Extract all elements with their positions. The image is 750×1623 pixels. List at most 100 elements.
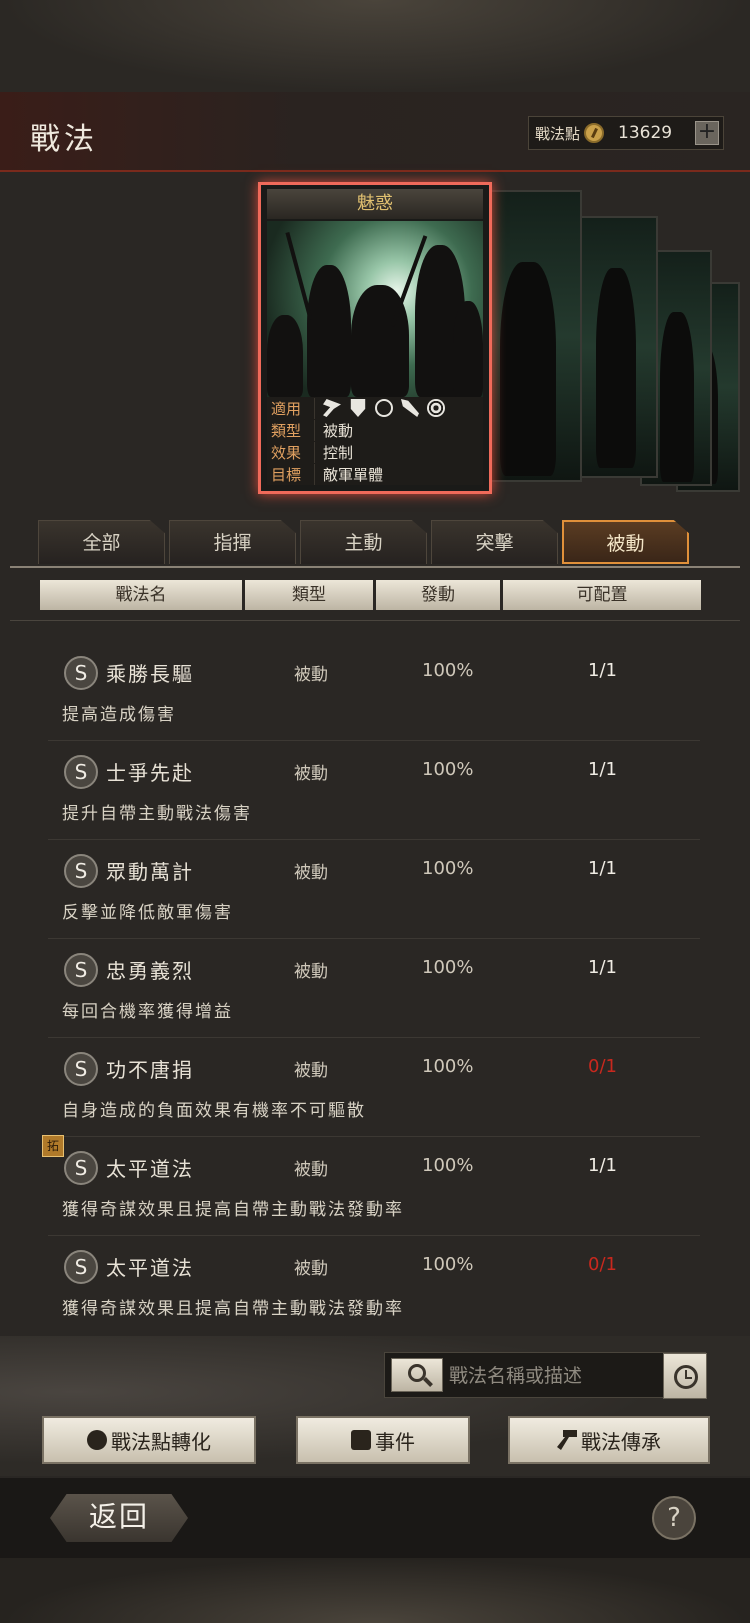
tactic-type: 被動: [294, 1061, 328, 1081]
tactic-rate: 100%: [422, 1155, 474, 1176]
bow-icon: [375, 399, 393, 417]
header-bar: 戰法 戰法點 13629 +: [0, 92, 750, 172]
tactic-type: 被動: [294, 962, 328, 982]
tactic-type: 被動: [294, 1259, 328, 1279]
tactic-description: 提高造成傷害: [62, 705, 176, 725]
tactic-rate: 100%: [422, 759, 474, 780]
tactic-list: S 乘勝長驅 被動 100% 1/1 提高造成傷害 S 士爭先赴 被動 100%…: [42, 642, 700, 1335]
card-info-panel: 適用 類型 被動 效果 控制 目標 敵軍單體: [267, 397, 483, 485]
grade-s-icon: S: [64, 755, 98, 789]
card-info-value: 控制: [323, 443, 354, 462]
grade-s-icon: S: [64, 656, 98, 690]
tab-all[interactable]: 全部: [38, 520, 165, 564]
search-bar: [384, 1352, 707, 1399]
list-item[interactable]: 拓 S 太平道法 被動 100% 1/1 獲得奇謀效果且提高自帶主動戰法發動率: [42, 1135, 700, 1236]
clock-hand: [685, 1377, 692, 1379]
list-divider: [10, 620, 740, 621]
convert-points-button[interactable]: 戰法點轉化: [42, 1416, 256, 1464]
tab-assault[interactable]: 突擊: [431, 520, 558, 564]
column-header-name[interactable]: 戰法名: [40, 580, 242, 610]
card-artwork: [267, 221, 483, 397]
cavalry-icon: [323, 399, 341, 417]
event-button[interactable]: 事件: [296, 1416, 470, 1464]
list-item[interactable]: S 乘勝長驅 被動 100% 1/1 提高造成傷害: [48, 642, 700, 741]
tactic-description: 反擊並降低敵軍傷害: [62, 903, 233, 923]
chariot-icon: [427, 399, 445, 417]
tactic-card-carousel[interactable]: 魅惑 適用 類型 被動 效果 控制 目標 敵軍單體: [0, 172, 750, 512]
tactic-available-count: 1/1: [588, 660, 617, 681]
points-label: 戰法點: [535, 124, 581, 143]
column-header-rate[interactable]: 發動: [376, 580, 500, 610]
tactic-description: 獲得奇謀效果且提高自帶主動戰法發動率: [62, 1299, 404, 1319]
tactic-type: 被動: [294, 1160, 328, 1180]
card-info-value: 被動: [323, 421, 354, 440]
back-button[interactable]: 返回: [50, 1494, 188, 1542]
inherit-tactic-label: 戰法傳承: [581, 1429, 661, 1454]
list-item[interactable]: S 功不唐捐 被動 100% 0/1 自身造成的負面效果有機率不可驅散: [48, 1038, 700, 1137]
grade-s-icon: S: [64, 854, 98, 888]
tactic-available-count: 0/1: [588, 1254, 617, 1275]
column-headers: 戰法名 類型 發動 可配置: [40, 580, 701, 610]
card-info-key: 效果: [267, 441, 315, 463]
tactic-available-count: 1/1: [588, 1155, 617, 1176]
tactic-type: 被動: [294, 764, 328, 784]
grade-s-icon: S: [64, 1250, 98, 1284]
tab-command[interactable]: 指揮: [169, 520, 296, 564]
tactic-description: 自身造成的負面效果有機率不可驅散: [62, 1101, 366, 1121]
column-header-type[interactable]: 類型: [245, 580, 373, 610]
grade-s-icon: S: [64, 1052, 98, 1086]
tactic-name: 眾動萬計: [106, 860, 194, 884]
inherit-tactic-button[interactable]: 戰法傳承: [508, 1416, 710, 1464]
hammer-icon: [557, 1430, 577, 1450]
top-decoration: [0, 0, 750, 92]
card-info-key: 目標: [267, 463, 315, 485]
selected-tactic-card[interactable]: 魅惑 適用 類型 被動 效果 控制 目標 敵軍單體: [258, 182, 492, 494]
search-input[interactable]: [449, 1359, 649, 1393]
card-info-value: 敵軍單體: [323, 465, 384, 484]
tactic-name: 乘勝長驅: [106, 662, 194, 686]
tactic-available-count: 0/1: [588, 1056, 617, 1077]
tactic-point-icon: [584, 123, 605, 143]
search-button[interactable]: [391, 1358, 443, 1392]
tab-divider: [10, 566, 740, 568]
card-info-row: 目標 敵軍單體: [267, 463, 483, 485]
card-info-row: 類型 被動: [267, 419, 483, 441]
tactic-points-display: 戰法點 13629 +: [528, 116, 724, 150]
search-icon-handle: [423, 1377, 433, 1387]
expand-badge: 拓: [42, 1135, 64, 1157]
tactic-name: 太平道法: [106, 1256, 194, 1280]
add-points-button[interactable]: +: [695, 121, 719, 145]
tab-active[interactable]: 主動: [300, 520, 427, 564]
card-info-row: 效果 控制: [267, 441, 483, 463]
tab-passive[interactable]: 被動: [562, 520, 689, 564]
tactic-description: 提升自帶主動戰法傷害: [62, 804, 252, 824]
convert-points-label: 戰法點轉化: [111, 1429, 211, 1454]
spear-icon: [401, 399, 419, 417]
tactic-available-count: 1/1: [588, 957, 617, 978]
tactic-type: 被動: [294, 863, 328, 883]
event-icon: [351, 1430, 371, 1450]
tactic-description: 獲得奇謀效果且提高自帶主動戰法發動率: [62, 1200, 404, 1220]
tactic-name: 忠勇義烈: [106, 959, 194, 983]
bottom-decoration: [0, 1558, 750, 1623]
list-item[interactable]: S 眾動萬計 被動 100% 1/1 反擊並降低敵軍傷害: [48, 840, 700, 939]
tactic-type: 被動: [294, 665, 328, 685]
list-item[interactable]: S 忠勇義烈 被動 100% 1/1 每回合機率獲得增益: [48, 939, 700, 1038]
tactic-available-count: 1/1: [588, 759, 617, 780]
column-header-available[interactable]: 可配置: [503, 580, 701, 610]
list-item[interactable]: S 士爭先赴 被動 100% 1/1 提升自帶主動戰法傷害: [48, 741, 700, 840]
list-item[interactable]: S 太平道法 被動 100% 0/1 獲得奇謀效果且提高自帶主動戰法發動率: [48, 1236, 700, 1335]
tactic-rate: 100%: [422, 957, 474, 978]
tactic-rate: 100%: [422, 858, 474, 879]
unit-type-icons: [315, 399, 445, 417]
carousel-card[interactable]: [478, 190, 582, 482]
grade-s-icon: S: [64, 1151, 98, 1185]
tactic-rate: 100%: [422, 1254, 474, 1275]
tactic-name: 士爭先赴: [106, 761, 194, 785]
carousel-card[interactable]: [570, 216, 658, 478]
card-info-key: 類型: [267, 419, 315, 441]
help-button[interactable]: ?: [652, 1496, 696, 1540]
history-button[interactable]: [663, 1353, 707, 1399]
flame-icon: [87, 1430, 107, 1450]
card-name: 魅惑: [267, 189, 483, 219]
